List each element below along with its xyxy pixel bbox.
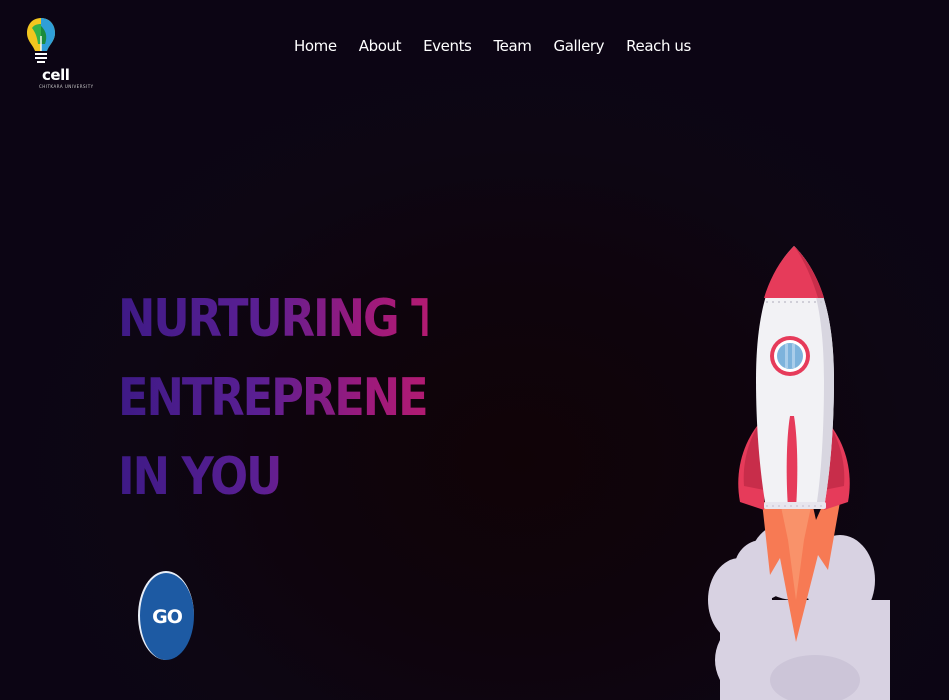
go-button-wrapper: GO: [136, 570, 196, 662]
page: cell CHITKARA UNIVERSITY Home About Even…: [0, 0, 949, 700]
hero-headline: NURTURING THE ENTREPRENEUR IN YOU: [118, 280, 505, 517]
hero-line-2: ENTREPRENEUR: [118, 359, 495, 438]
nav-item-team[interactable]: Team: [493, 36, 531, 56]
go-button-label: GO: [152, 605, 183, 628]
main-nav: Home About Events Team Gallery Reach us: [0, 36, 949, 56]
nav-item-about[interactable]: About: [359, 36, 402, 56]
rocket-illustration: [708, 246, 890, 700]
go-button[interactable]: GO: [138, 571, 194, 660]
nav-item-home[interactable]: Home: [294, 36, 337, 56]
rocket-stripe: [786, 416, 798, 508]
nav-item-gallery[interactable]: Gallery: [554, 36, 605, 56]
logo-subtitle: CHITKARA UNIVERSITY: [39, 84, 94, 89]
hero-line-3: IN YOU: [118, 438, 428, 517]
nav-links: Home About Events Team Gallery Reach us: [294, 36, 691, 56]
logo-text: cell: [42, 66, 70, 84]
rocket-nose: [764, 246, 824, 298]
nav-item-reach-us[interactable]: Reach us: [626, 36, 691, 56]
nav-item-events[interactable]: Events: [423, 36, 472, 56]
hero-line-1: NURTURING THE: [118, 280, 505, 359]
